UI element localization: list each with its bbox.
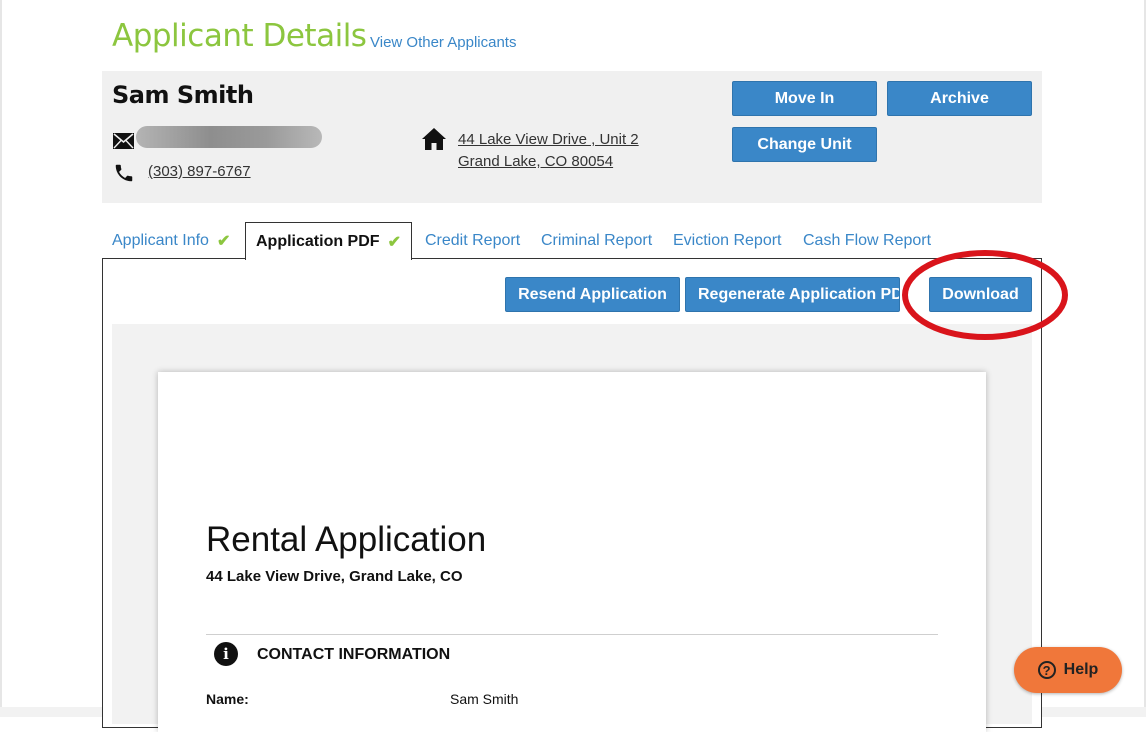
- contact-information-heading: CONTACT INFORMATION: [257, 646, 451, 663]
- tab-credit-report[interactable]: Credit Report: [425, 222, 520, 259]
- help-button[interactable]: ? Help: [1014, 647, 1122, 693]
- tab-label: Application PDF: [256, 232, 380, 250]
- name-value: Sam Smith: [450, 691, 519, 707]
- tab-eviction-report[interactable]: Eviction Report: [673, 222, 782, 259]
- move-in-button[interactable]: Move In: [732, 81, 877, 116]
- page-title: Applicant Details: [112, 18, 367, 54]
- tab-application-pdf[interactable]: Application PDF ✔: [245, 222, 412, 260]
- info-icon: i: [214, 642, 238, 666]
- address-link[interactable]: 44 Lake View Drive , Unit 2 Grand Lake, …: [458, 129, 639, 173]
- tab-label: Applicant Info: [112, 231, 209, 249]
- pdf-subtitle: 44 Lake View Drive, Grand Lake, CO: [206, 568, 463, 585]
- tab-applicant-info[interactable]: Applicant Info ✔: [112, 222, 230, 259]
- address-line-2: Grand Lake, CO 80054: [458, 153, 614, 170]
- email-redacted: [136, 126, 322, 148]
- archive-button[interactable]: Archive: [887, 81, 1032, 116]
- checkmark-icon: ✔: [387, 233, 401, 251]
- pdf-page: Rental Application 44 Lake View Drive, G…: [158, 372, 986, 732]
- tab-criminal-report[interactable]: Criminal Report: [541, 222, 652, 259]
- pdf-title: Rental Application: [206, 520, 487, 559]
- home-icon: [422, 128, 446, 150]
- applicant-name: Sam Smith: [112, 81, 254, 109]
- address-line-1: 44 Lake View Drive , Unit 2: [458, 131, 639, 148]
- window-frame-left: [0, 0, 2, 717]
- resend-application-button[interactable]: Resend Application: [505, 277, 680, 312]
- tab-cash-flow-report[interactable]: Cash Flow Report: [803, 222, 931, 259]
- name-label: Name:: [206, 691, 249, 707]
- change-unit-button[interactable]: Change Unit: [732, 127, 877, 162]
- question-icon: ?: [1037, 661, 1056, 679]
- download-button[interactable]: Download: [929, 277, 1032, 312]
- phone-number-link[interactable]: (303) 897-6767: [148, 163, 251, 180]
- regenerate-application-pdf-button[interactable]: Regenerate Application PD: [685, 277, 900, 312]
- view-other-applicants-link[interactable]: View Other Applicants: [370, 34, 516, 51]
- pdf-divider: [206, 634, 938, 635]
- envelope-icon: [113, 133, 134, 149]
- phone-icon: [115, 164, 133, 182]
- help-label: Help: [1063, 661, 1099, 678]
- checkmark-icon: ✔: [216, 232, 231, 250]
